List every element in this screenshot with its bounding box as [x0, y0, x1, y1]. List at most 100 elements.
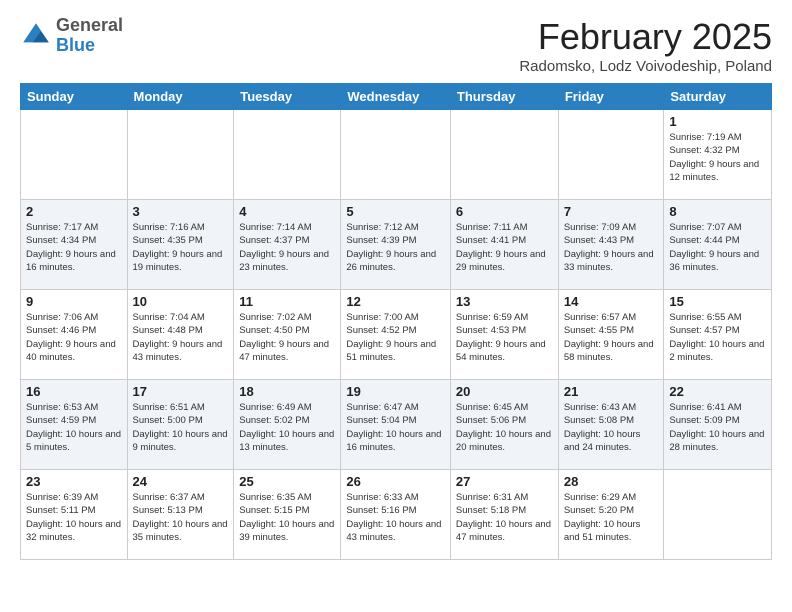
- day-number: 8: [669, 204, 766, 219]
- day-info: Sunrise: 6:43 AM Sunset: 5:08 PM Dayligh…: [564, 401, 659, 454]
- calendar-cell: 3 Sunrise: 7:16 AM Sunset: 4:35 PM Daylig…: [127, 200, 234, 290]
- calendar-cell: [558, 110, 664, 200]
- day-info: Sunrise: 7:11 AM Sunset: 4:41 PM Dayligh…: [456, 221, 553, 274]
- day-number: 25: [239, 474, 335, 489]
- calendar-cell: [450, 110, 558, 200]
- day-number: 2: [26, 204, 122, 219]
- calendar-cell: 14 Sunrise: 6:57 AM Sunset: 4:55 PM Dayli…: [558, 290, 664, 380]
- week-row-4: 16 Sunrise: 6:53 AM Sunset: 4:59 PM Dayli…: [21, 380, 772, 470]
- day-info: Sunrise: 7:04 AM Sunset: 4:48 PM Dayligh…: [133, 311, 229, 364]
- day-info: Sunrise: 6:53 AM Sunset: 4:59 PM Dayligh…: [26, 401, 122, 454]
- day-number: 26: [346, 474, 445, 489]
- day-number: 16: [26, 384, 122, 399]
- weekday-header-tuesday: Tuesday: [234, 84, 341, 110]
- week-row-3: 9 Sunrise: 7:06 AM Sunset: 4:46 PM Daylig…: [21, 290, 772, 380]
- day-info: Sunrise: 6:59 AM Sunset: 4:53 PM Dayligh…: [456, 311, 553, 364]
- day-number: 9: [26, 294, 122, 309]
- calendar-cell: 5 Sunrise: 7:12 AM Sunset: 4:39 PM Daylig…: [341, 200, 451, 290]
- title-block: February 2025 Radomsko, Lodz Voivodeship…: [519, 16, 772, 75]
- day-number: 3: [133, 204, 229, 219]
- calendar-cell: 20 Sunrise: 6:45 AM Sunset: 5:06 PM Dayli…: [450, 380, 558, 470]
- day-number: 20: [456, 384, 553, 399]
- day-number: 12: [346, 294, 445, 309]
- calendar-cell: [341, 110, 451, 200]
- day-info: Sunrise: 6:29 AM Sunset: 5:20 PM Dayligh…: [564, 491, 659, 544]
- day-info: Sunrise: 6:49 AM Sunset: 5:02 PM Dayligh…: [239, 401, 335, 454]
- day-info: Sunrise: 6:55 AM Sunset: 4:57 PM Dayligh…: [669, 311, 766, 364]
- calendar-cell: 16 Sunrise: 6:53 AM Sunset: 4:59 PM Dayli…: [21, 380, 128, 470]
- day-number: 6: [456, 204, 553, 219]
- weekday-header-monday: Monday: [127, 84, 234, 110]
- calendar-cell: [234, 110, 341, 200]
- day-number: 10: [133, 294, 229, 309]
- calendar-table: SundayMondayTuesdayWednesdayThursdayFrid…: [20, 83, 772, 560]
- day-number: 22: [669, 384, 766, 399]
- weekday-header-sunday: Sunday: [21, 84, 128, 110]
- calendar-cell: 18 Sunrise: 6:49 AM Sunset: 5:02 PM Dayli…: [234, 380, 341, 470]
- calendar-cell: 10 Sunrise: 7:04 AM Sunset: 4:48 PM Dayli…: [127, 290, 234, 380]
- day-number: 24: [133, 474, 229, 489]
- calendar-cell: 9 Sunrise: 7:06 AM Sunset: 4:46 PM Daylig…: [21, 290, 128, 380]
- day-number: 19: [346, 384, 445, 399]
- day-info: Sunrise: 6:33 AM Sunset: 5:16 PM Dayligh…: [346, 491, 445, 544]
- day-info: Sunrise: 6:35 AM Sunset: 5:15 PM Dayligh…: [239, 491, 335, 544]
- weekday-header-thursday: Thursday: [450, 84, 558, 110]
- day-info: Sunrise: 6:57 AM Sunset: 4:55 PM Dayligh…: [564, 311, 659, 364]
- day-info: Sunrise: 6:31 AM Sunset: 5:18 PM Dayligh…: [456, 491, 553, 544]
- calendar-cell: 25 Sunrise: 6:35 AM Sunset: 5:15 PM Dayli…: [234, 470, 341, 560]
- calendar-cell: 22 Sunrise: 6:41 AM Sunset: 5:09 PM Dayli…: [664, 380, 772, 470]
- day-number: 23: [26, 474, 122, 489]
- week-row-2: 2 Sunrise: 7:17 AM Sunset: 4:34 PM Daylig…: [21, 200, 772, 290]
- page-header: General Blue February 2025 Radomsko, Lod…: [20, 16, 772, 75]
- calendar-cell: 6 Sunrise: 7:11 AM Sunset: 4:41 PM Daylig…: [450, 200, 558, 290]
- day-number: 28: [564, 474, 659, 489]
- day-info: Sunrise: 6:41 AM Sunset: 5:09 PM Dayligh…: [669, 401, 766, 454]
- week-row-5: 23Sunrise: 6:39 AM Sunset: 5:11 PM Dayli…: [21, 470, 772, 560]
- calendar-cell: [664, 470, 772, 560]
- calendar-cell: 17Sunrise: 6:51 AM Sunset: 5:00 PM Dayli…: [127, 380, 234, 470]
- day-number: 5: [346, 204, 445, 219]
- day-number: 14: [564, 294, 659, 309]
- calendar-subtitle: Radomsko, Lodz Voivodeship, Poland: [519, 58, 772, 75]
- day-info: Sunrise: 7:07 AM Sunset: 4:44 PM Dayligh…: [669, 221, 766, 274]
- day-info: Sunrise: 7:02 AM Sunset: 4:50 PM Dayligh…: [239, 311, 335, 364]
- day-number: 13: [456, 294, 553, 309]
- logo-icon: [20, 20, 52, 52]
- day-info: Sunrise: 7:16 AM Sunset: 4:35 PM Dayligh…: [133, 221, 229, 274]
- calendar-cell: 11 Sunrise: 7:02 AM Sunset: 4:50 PM Dayli…: [234, 290, 341, 380]
- calendar-cell: [127, 110, 234, 200]
- calendar-cell: 21Sunrise: 6:43 AM Sunset: 5:08 PM Dayli…: [558, 380, 664, 470]
- day-info: Sunrise: 7:06 AM Sunset: 4:46 PM Dayligh…: [26, 311, 122, 364]
- calendar-cell: 27 Sunrise: 6:31 AM Sunset: 5:18 PM Dayli…: [450, 470, 558, 560]
- day-info: Sunrise: 6:37 AM Sunset: 5:13 PM Dayligh…: [133, 491, 229, 544]
- calendar-cell: 7 Sunrise: 7:09 AM Sunset: 4:43 PM Daylig…: [558, 200, 664, 290]
- day-info: Sunrise: 7:09 AM Sunset: 4:43 PM Dayligh…: [564, 221, 659, 274]
- calendar-cell: 12Sunrise: 7:00 AM Sunset: 4:52 PM Dayli…: [341, 290, 451, 380]
- logo: General Blue: [20, 16, 123, 56]
- calendar-cell: 19Sunrise: 6:47 AM Sunset: 5:04 PM Dayli…: [341, 380, 451, 470]
- day-number: 15: [669, 294, 766, 309]
- calendar-cell: 1Sunrise: 7:19 AM Sunset: 4:32 PM Daylig…: [664, 110, 772, 200]
- week-row-1: 1Sunrise: 7:19 AM Sunset: 4:32 PM Daylig…: [21, 110, 772, 200]
- day-number: 18: [239, 384, 335, 399]
- calendar-cell: 13 Sunrise: 6:59 AM Sunset: 4:53 PM Dayli…: [450, 290, 558, 380]
- calendar-cell: 2 Sunrise: 7:17 AM Sunset: 4:34 PM Daylig…: [21, 200, 128, 290]
- day-info: Sunrise: 6:45 AM Sunset: 5:06 PM Dayligh…: [456, 401, 553, 454]
- calendar-cell: 23Sunrise: 6:39 AM Sunset: 5:11 PM Dayli…: [21, 470, 128, 560]
- day-number: 11: [239, 294, 335, 309]
- weekday-header-friday: Friday: [558, 84, 664, 110]
- day-number: 27: [456, 474, 553, 489]
- logo-blue-text: Blue: [56, 36, 123, 56]
- calendar-cell: 24 Sunrise: 6:37 AM Sunset: 5:13 PM Dayli…: [127, 470, 234, 560]
- logo-general-text: General: [56, 16, 123, 36]
- logo-text: General Blue: [56, 16, 123, 56]
- weekday-header-saturday: Saturday: [664, 84, 772, 110]
- day-info: Sunrise: 7:17 AM Sunset: 4:34 PM Dayligh…: [26, 221, 122, 274]
- day-info: Sunrise: 7:12 AM Sunset: 4:39 PM Dayligh…: [346, 221, 445, 274]
- day-info: Sunrise: 6:51 AM Sunset: 5:00 PM Dayligh…: [133, 401, 229, 454]
- calendar-cell: [21, 110, 128, 200]
- calendar-cell: 8 Sunrise: 7:07 AM Sunset: 4:44 PM Daylig…: [664, 200, 772, 290]
- weekday-header-wednesday: Wednesday: [341, 84, 451, 110]
- calendar-cell: 26 Sunrise: 6:33 AM Sunset: 5:16 PM Dayli…: [341, 470, 451, 560]
- day-number: 7: [564, 204, 659, 219]
